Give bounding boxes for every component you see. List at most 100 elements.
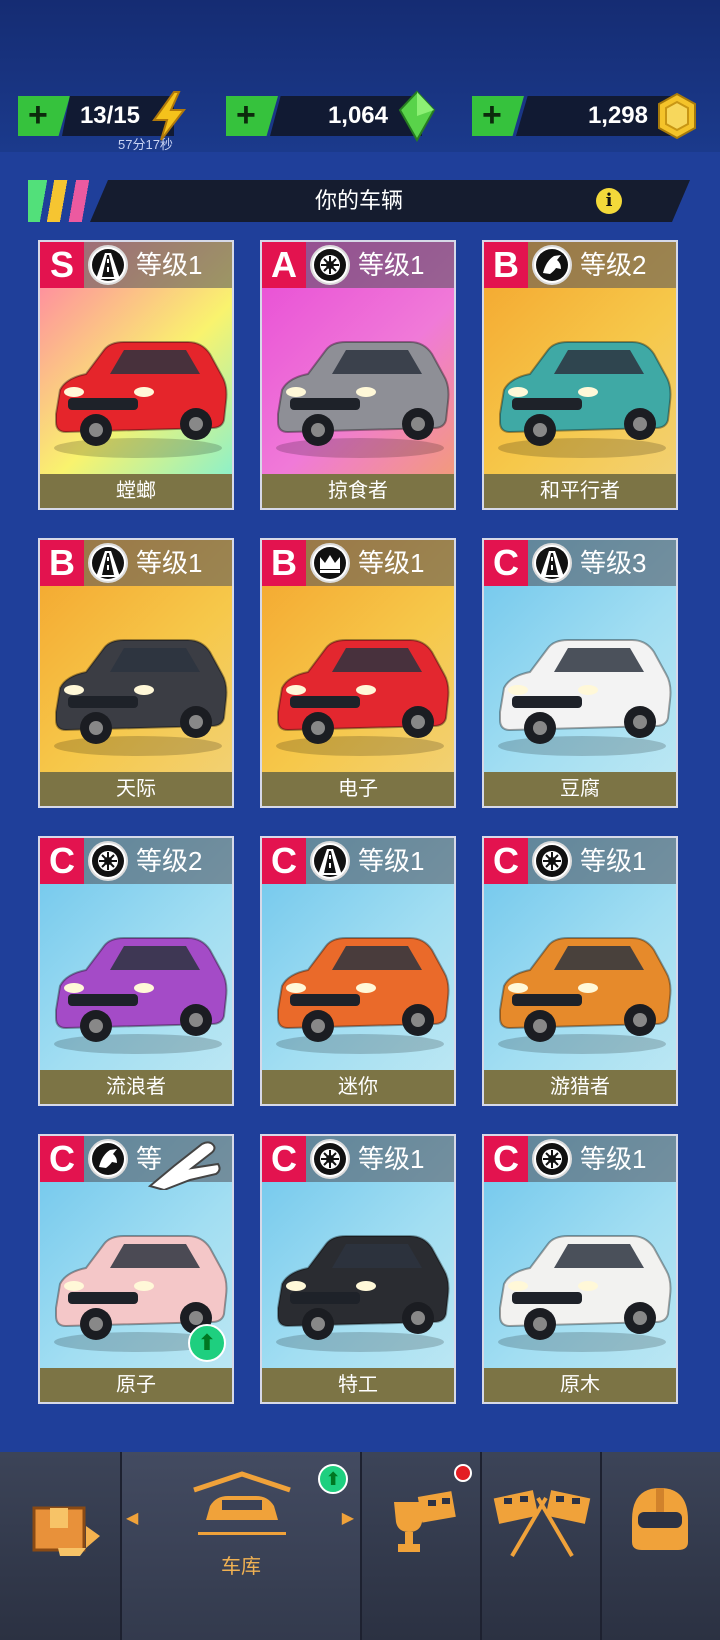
car-image bbox=[490, 302, 674, 462]
tire-icon bbox=[310, 1139, 350, 1179]
section-header: 你的车辆 i bbox=[28, 180, 690, 222]
rank-badge: C bbox=[484, 1136, 528, 1182]
notification-dot bbox=[454, 1464, 472, 1482]
car-level: 等级2 bbox=[136, 846, 203, 876]
checkered-flags-icon bbox=[493, 1490, 591, 1558]
car-level: 等级1 bbox=[358, 250, 425, 280]
car-name: 螳螂 bbox=[40, 474, 232, 508]
car-card[interactable]: B 等级2 和平行者 bbox=[482, 240, 678, 510]
crown-icon bbox=[310, 543, 350, 583]
car-card[interactable]: C 等级1 迷你 bbox=[260, 836, 456, 1106]
nav-race[interactable] bbox=[482, 1452, 600, 1640]
gems-value: 1,064 bbox=[327, 102, 388, 129]
nav-profile[interactable] bbox=[602, 1452, 720, 1640]
add-gems-button[interactable]: + bbox=[226, 96, 278, 136]
coins-value: 1,298 bbox=[587, 102, 648, 129]
add-coins-button[interactable]: + bbox=[472, 96, 524, 136]
horse-icon bbox=[88, 1139, 128, 1179]
tutorial-hand-icon bbox=[147, 1141, 221, 1190]
rank-badge: B bbox=[262, 540, 306, 586]
rank-badge: C bbox=[40, 838, 84, 884]
rank-badge: C bbox=[484, 838, 528, 884]
car-name: 和平行者 bbox=[484, 474, 676, 508]
garage-car-icon bbox=[193, 1471, 291, 1535]
coin-icon bbox=[658, 92, 696, 140]
car-image bbox=[490, 600, 674, 760]
road-icon bbox=[310, 841, 350, 881]
info-icon[interactable]: i bbox=[596, 188, 622, 214]
car-card[interactable]: C 等 ⬆ 原子 bbox=[38, 1134, 234, 1404]
car-card[interactable]: A 等级1 掠食者 bbox=[260, 240, 456, 510]
tire-icon bbox=[532, 841, 572, 881]
rank-badge: C bbox=[484, 540, 528, 586]
car-image bbox=[268, 898, 452, 1058]
car-level: 等级3 bbox=[580, 548, 647, 578]
car-level: 等级1 bbox=[580, 1144, 647, 1174]
car-name: 天际 bbox=[40, 772, 232, 806]
rank-badge: C bbox=[40, 1136, 84, 1182]
tire-icon bbox=[310, 245, 350, 285]
car-name: 掠食者 bbox=[262, 474, 454, 508]
road-icon bbox=[532, 543, 572, 583]
car-card[interactable]: C 等级2 流浪者 bbox=[38, 836, 234, 1106]
car-image bbox=[490, 898, 674, 1058]
car-image bbox=[490, 1196, 674, 1356]
car-name: 特工 bbox=[262, 1368, 454, 1402]
car-image bbox=[268, 600, 452, 760]
car-name: 豆腐 bbox=[484, 772, 676, 806]
energy-counter[interactable]: + 13/15 57分17秒 bbox=[18, 91, 196, 152]
nav-garage[interactable]: ◀ ▶ ⬆ 车库 bbox=[122, 1452, 360, 1640]
road-icon bbox=[88, 543, 128, 583]
rank-badge: A bbox=[262, 242, 306, 288]
car-image bbox=[268, 302, 452, 462]
car-card[interactable]: B 等级1 电子 bbox=[260, 538, 456, 808]
car-card[interactable]: C 等级3 豆腐 bbox=[482, 538, 678, 808]
rank-badge: S bbox=[40, 242, 84, 288]
lightning-icon bbox=[152, 91, 187, 141]
upgrade-arrow-icon[interactable]: ⬆ bbox=[188, 1324, 226, 1362]
car-level: 等级1 bbox=[136, 250, 203, 280]
car-image bbox=[46, 302, 230, 462]
car-level: 等级1 bbox=[358, 548, 425, 578]
car-card[interactable]: B 等级1 天际 bbox=[38, 538, 234, 808]
car-card[interactable]: C 等级1 原木 bbox=[482, 1134, 678, 1404]
gems-counter[interactable]: + 1,064 bbox=[226, 90, 444, 142]
previous-arrow-icon[interactable]: ◀ bbox=[126, 1508, 138, 1528]
energy-value: 13/15 bbox=[79, 102, 140, 129]
garage-upgrade-badge: ⬆ bbox=[318, 1464, 348, 1494]
car-image bbox=[46, 600, 230, 760]
car-level: 等级1 bbox=[358, 1144, 425, 1174]
car-name: 流浪者 bbox=[40, 1070, 232, 1104]
shop-crate-icon bbox=[32, 1506, 100, 1556]
rank-badge: B bbox=[484, 242, 528, 288]
car-name: 原木 bbox=[484, 1368, 676, 1402]
car-name: 游猎者 bbox=[484, 1070, 676, 1104]
nav-trophy[interactable] bbox=[362, 1452, 480, 1640]
car-card[interactable]: C 等级1 游猎者 bbox=[482, 836, 678, 1106]
next-arrow-icon[interactable]: ▶ bbox=[342, 1508, 354, 1528]
rank-badge: C bbox=[262, 838, 306, 884]
car-level: 等级1 bbox=[580, 846, 647, 876]
car-image bbox=[46, 898, 230, 1058]
gem-icon bbox=[398, 90, 436, 142]
bottom-nav: ◀ ▶ ⬆ 车库 bbox=[0, 1452, 720, 1640]
rank-badge: B bbox=[40, 540, 84, 586]
add-energy-button[interactable]: + bbox=[18, 96, 70, 136]
car-card[interactable]: C 等级1 特工 bbox=[260, 1134, 456, 1404]
car-level: 等级1 bbox=[136, 548, 203, 578]
car-name: 原子 bbox=[40, 1368, 232, 1402]
helmet-icon bbox=[632, 1488, 688, 1550]
coins-counter[interactable]: + 1,298 bbox=[472, 92, 704, 140]
tire-icon bbox=[88, 841, 128, 881]
rank-badge: C bbox=[262, 1136, 306, 1182]
trophy-icon bbox=[394, 1491, 456, 1552]
tire-icon bbox=[532, 1139, 572, 1179]
car-image bbox=[268, 1196, 452, 1356]
car-name: 迷你 bbox=[262, 1070, 454, 1104]
garage-label: 车库 bbox=[221, 1556, 261, 1578]
car-name: 电子 bbox=[262, 772, 454, 806]
horse-icon bbox=[532, 245, 572, 285]
car-card[interactable]: S 等级1 螳螂 bbox=[38, 240, 234, 510]
car-level: 等级2 bbox=[580, 250, 647, 280]
nav-shop[interactable] bbox=[0, 1452, 120, 1640]
